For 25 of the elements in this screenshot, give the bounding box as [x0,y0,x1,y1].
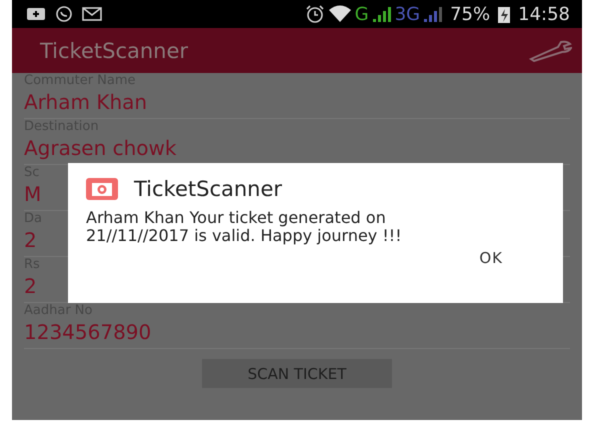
input-field[interactable]: 1234567890 [24,318,152,346]
wrench-icon[interactable] [528,40,572,62]
input-field[interactable]: 2 [24,272,37,300]
input-field[interactable]: Agrasen chowk [24,134,176,162]
dialog-title: TicketScanner [134,177,282,201]
wifi-icon [328,5,352,23]
network-type-text: G [354,4,369,24]
battery-charging-icon [497,5,512,23]
network-type-text: 3G [394,4,420,24]
camera-icon [86,178,118,200]
clock-time: 14:58 [518,4,570,24]
battery-percent: 75% [450,4,490,24]
alarm-clock-icon [304,5,325,23]
input-field[interactable]: 2 [24,226,37,254]
app-title: TicketScanner [40,38,188,62]
chat-bubble-icon [55,5,73,23]
input-field[interactable]: Arham Khan [24,88,148,116]
ok-button[interactable]: OK [479,245,545,267]
scan-ticket-button[interactable]: SCAN TICKET [202,359,392,388]
mail-icon [82,7,102,21]
signal-icon [372,6,392,22]
signal-icon [423,6,444,22]
input-field[interactable]: M [24,180,42,208]
add-notification-icon [26,7,46,21]
dialog-message: Arham Khan Your ticket generated on 21//11//2017 is valid. Happy journey !!! [86,209,403,245]
